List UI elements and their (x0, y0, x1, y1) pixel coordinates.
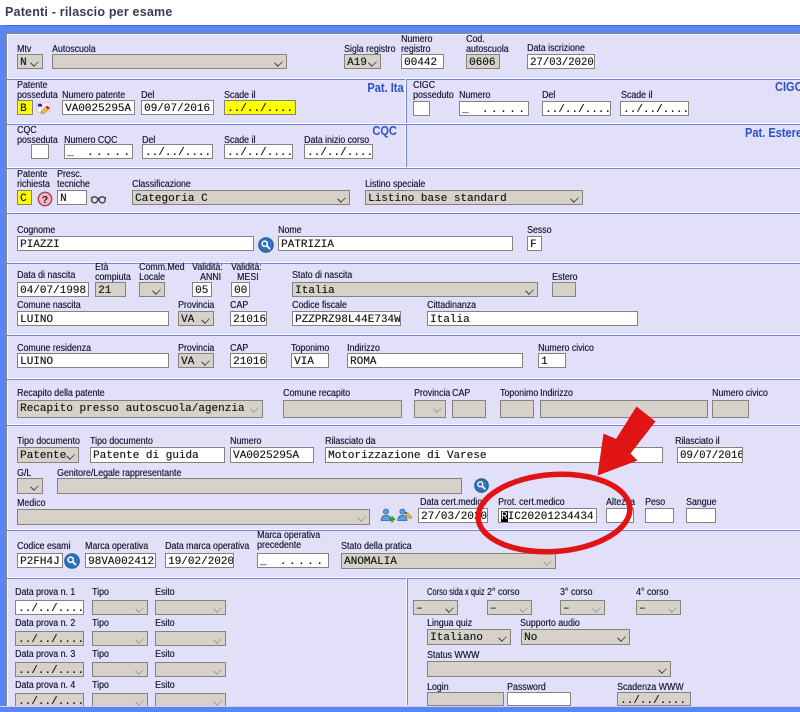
svg-text:?: ? (42, 194, 48, 206)
